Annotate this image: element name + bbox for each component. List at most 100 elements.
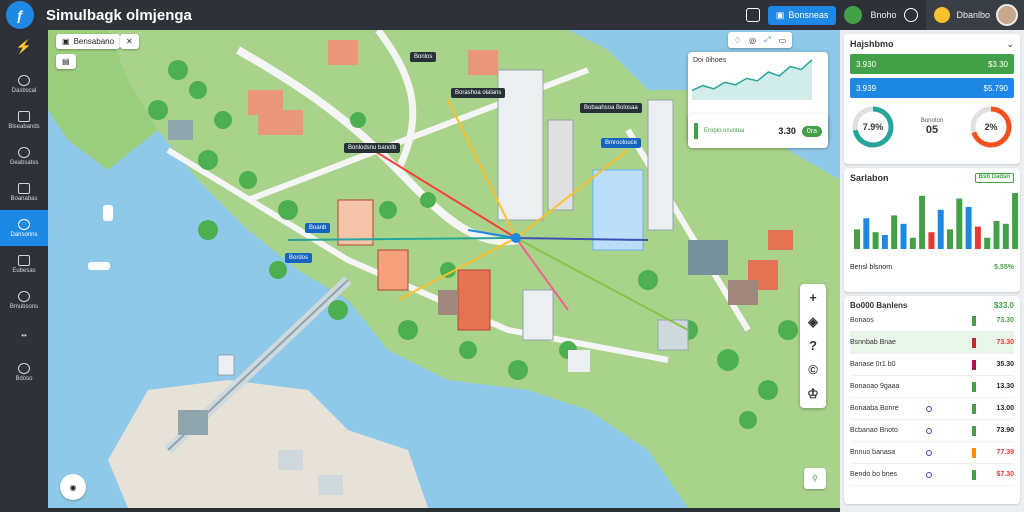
stats-title: Sarlabon (850, 173, 889, 183)
donut-right-chart: 2% (970, 106, 1012, 148)
chart-icon (18, 254, 30, 266)
pin-icon: ⚲ (812, 474, 818, 483)
marker-icon[interactable]: ♔ (807, 386, 819, 402)
flag-icon (972, 469, 976, 480)
list-item[interactable]: Bonaoao 9gaaa 13.30 (850, 376, 1014, 398)
sidebar-item-1[interactable]: Dasbscal (0, 66, 48, 102)
map-view-controls[interactable]: ♢ ◎ ⤢ ▭ (728, 32, 793, 48)
brand-icon: ⚡ (15, 39, 33, 54)
mini-stat-badge: 0ra (801, 125, 822, 137)
avatar[interactable] (996, 4, 1018, 26)
list-title: Bo000 Banlens (850, 301, 908, 310)
list-item-name: Bsnnbab Bnae (850, 339, 896, 346)
list-item-value: 77.39 (996, 449, 1014, 456)
map-toolbar-label: Bensabano (73, 37, 115, 46)
status-label: Bnoho (870, 10, 897, 20)
sidebar-item-7[interactable]: Bmubsons (0, 282, 48, 318)
stats-footer-value: 5.55% (994, 264, 1014, 271)
list-item-value: 73.90 (996, 427, 1014, 434)
locate-button[interactable]: ⚲ (804, 468, 826, 489)
list-item-value: $7.30 (996, 471, 1014, 478)
list-item[interactable]: Banase 0r1 b0 35.30 (850, 354, 1014, 376)
hub-marker[interactable] (511, 233, 521, 243)
monitor-icon (18, 182, 30, 194)
mini-stat-card[interactable]: Eroplo ocuntoa 3.30 0ra (688, 114, 828, 148)
sidebar-item-4[interactable]: Boanabas (0, 174, 48, 210)
list-item[interactable]: Bcbanao Bnoto 73.90 (850, 420, 1014, 442)
map-label[interactable]: Boanb (305, 223, 331, 233)
user-area[interactable]: Dbanlbo (926, 0, 1024, 30)
moon-icon[interactable] (904, 8, 919, 22)
zoom-in-button[interactable]: + (809, 290, 817, 306)
layers-toggle-icon[interactable]: ◈ (808, 314, 818, 330)
list-item-value: 73.30 (996, 339, 1014, 346)
donut-mid: Bonoton 05 (921, 118, 943, 136)
status-dot-icon (926, 449, 932, 456)
list-item[interactable]: Bonaos 73.30 (850, 310, 1014, 332)
flask-icon (18, 290, 30, 302)
globe-icon[interactable]: ◎ (749, 36, 756, 45)
summary-row-right: $5.790 (983, 83, 1008, 93)
top-right-controls: ▣ Bonsneas Bnoho Dbanlbo (745, 0, 1024, 30)
list-item[interactable]: Bnnuo banasa 77.39 (850, 442, 1014, 464)
map-label[interactable]: Bonlodsnu banolb (344, 143, 401, 153)
sidebar-item-6[interactable]: Eubesas (0, 246, 48, 282)
stats-bar (1012, 193, 1019, 249)
land-mass-south (108, 380, 428, 508)
app-logo-icon[interactable]: ƒ (6, 1, 34, 29)
list-item-name: Bonaaba Bonre (850, 405, 899, 412)
status-icon[interactable] (844, 6, 863, 24)
user-label: Dbanlbo (956, 10, 990, 20)
sidebar-item-9[interactable]: Bdoso (0, 354, 48, 390)
stats-bar (863, 218, 870, 249)
list-item[interactable]: Bonaaba Bonre 13.00 (850, 398, 1014, 420)
list-item[interactable]: Bendo bo bnes $7.30 (850, 464, 1014, 486)
map-label[interactable]: Bobaahsoa Bolosaa (580, 103, 642, 113)
sidebar-item-5[interactable]: Dansonns (0, 210, 48, 246)
bell-icon[interactable]: ♢ (734, 36, 741, 45)
list-rows: Bonaos 73.30 Bsnnbab Bnae 73.30 Banase 0r1 b… (850, 310, 1014, 486)
summary-row[interactable]: 3.939 $5.790 (850, 78, 1014, 98)
help-button[interactable]: ? (809, 338, 817, 354)
zoom-controls: + ◈ ? © ♔ (800, 284, 826, 408)
stats-bar (956, 198, 963, 249)
sidebar-item-2[interactable]: Blseabands (0, 102, 48, 138)
stats-badge[interactable]: Bsb Dadsn (974, 173, 1014, 183)
map-tool-button[interactable]: ✕ (120, 34, 139, 49)
map-label[interactable]: Bonlos (410, 52, 437, 62)
primary-button[interactable]: ▣ Bonsneas (767, 5, 837, 25)
map-toolbar[interactable]: ▣ Bensabano (56, 34, 121, 49)
list-item-name: Bcbanao Bnoto (850, 427, 898, 434)
list-title-value: $33.0 (993, 301, 1014, 310)
list-item[interactable]: Bsnnbab Bnae 73.30 (850, 332, 1014, 354)
stats-card: Sarlabon Bsb Dadsn Bensl blsnom 5.55% (844, 168, 1020, 292)
donut-mid-value: 05 (925, 124, 939, 136)
sidebar-item-3[interactable]: Geabsatss (0, 138, 48, 174)
map-view[interactable]: ▣ Bensabano ✕ ▤ ♢ ◎ ⤢ ▭ Bonlos Borashoa o… (48, 30, 840, 508)
sidebar-item-0[interactable]: ⚡ (0, 30, 48, 66)
summary-row[interactable]: 3.930 $3.30 (850, 54, 1014, 74)
fullscreen-icon[interactable]: ⤢ (764, 35, 770, 45)
stats-bar (947, 229, 953, 249)
list-item-value: 13.30 (996, 383, 1014, 390)
map-layer-button[interactable]: ▤ (56, 54, 76, 69)
mini-stat-label: Eroplo ocuntoa (704, 128, 745, 134)
flag-icon (972, 315, 976, 326)
flag-icon (972, 337, 976, 348)
boat (103, 205, 113, 221)
camera-icon[interactable] (745, 8, 760, 22)
map-label[interactable]: Bmroolouce (601, 138, 642, 148)
map-label[interactable]: Borashoa olalans (451, 88, 506, 98)
list-item-name: Bendo bo bnes (850, 471, 898, 478)
map-label[interactable]: Bordos (285, 253, 313, 263)
chevron-down-icon[interactable]: ⌄ (1006, 39, 1014, 50)
smiley-icon (934, 7, 951, 23)
compass-button[interactable]: ◉ (60, 474, 86, 500)
stats-bar (891, 215, 898, 249)
sidebar-item-8[interactable]: •• (0, 318, 48, 354)
info-button[interactable]: © (808, 362, 818, 378)
window-icon[interactable]: ▭ (779, 36, 787, 45)
sidebar-item-label: Boanabas (10, 195, 38, 202)
layers-icon: ▣ (62, 37, 70, 46)
flag-icon (972, 403, 976, 414)
